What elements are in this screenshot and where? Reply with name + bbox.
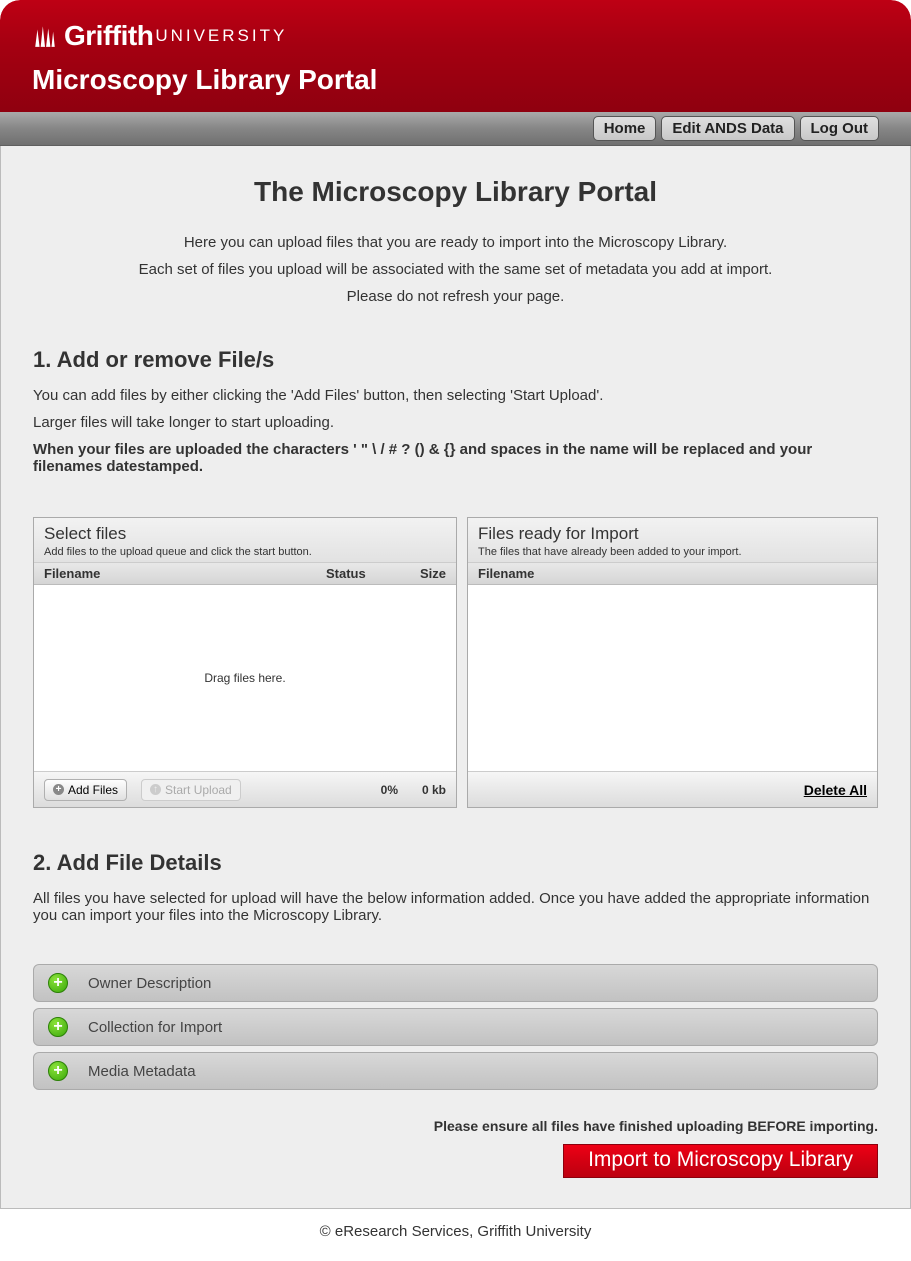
start-upload-label: Start Upload: [165, 783, 232, 797]
section-1-p1: You can add files by either clicking the…: [33, 387, 878, 404]
upload-panel-title: Select files: [44, 524, 446, 544]
header-banner: Griffith UNIVERSITY Microscopy Library P…: [0, 0, 911, 112]
page-title: The Microscopy Library Portal: [33, 176, 878, 208]
add-files-button[interactable]: + Add Files: [44, 779, 127, 801]
upload-panel-footer: + Add Files ↑ Start Upload 0% 0 kb: [34, 771, 456, 807]
section-1-heading: 1. Add or remove File/s: [33, 347, 878, 373]
add-files-label: Add Files: [68, 783, 118, 797]
section-1-p3: When your files are uploaded the charact…: [33, 441, 878, 475]
upload-col-size: Size: [391, 566, 446, 581]
ready-column-header: Filename: [468, 563, 877, 585]
section-1-p2: Larger files will take longer to start u…: [33, 414, 878, 431]
logout-button[interactable]: Log Out: [800, 116, 879, 141]
intro-line-1: Here you can upload files that you are r…: [33, 234, 878, 251]
accordion-collection-import[interactable]: + Collection for Import: [33, 1008, 878, 1046]
logo-text-griffith: Griffith: [64, 20, 153, 52]
accordion-media-metadata[interactable]: + Media Metadata: [33, 1052, 878, 1090]
upload-panel: Select files Add files to the upload que…: [33, 517, 457, 808]
section-2-p1: All files you have selected for upload w…: [33, 890, 878, 924]
upload-panel-subtitle: Add files to the upload queue and click …: [44, 546, 446, 558]
edit-ands-button[interactable]: Edit ANDS Data: [661, 116, 794, 141]
import-button[interactable]: Import to Microscopy Library: [563, 1144, 878, 1178]
ready-file-list: [468, 585, 877, 771]
upload-percent: 0%: [343, 783, 398, 797]
ready-panel-footer: Delete All: [468, 771, 877, 807]
accordion-owner-description[interactable]: + Owner Description: [33, 964, 878, 1002]
delete-all-link[interactable]: Delete All: [804, 782, 867, 798]
logo-text-university: UNIVERSITY: [155, 26, 287, 46]
accordion: + Owner Description + Collection for Imp…: [33, 964, 878, 1090]
intro-line-2: Each set of files you upload will be ass…: [33, 261, 878, 278]
accordion-label: Collection for Import: [88, 1019, 222, 1036]
import-warning: Please ensure all files have finished up…: [33, 1118, 878, 1134]
accordion-label: Media Metadata: [88, 1063, 196, 1080]
upload-col-status: Status: [326, 566, 391, 581]
plus-circle-icon: +: [48, 973, 68, 993]
content-area: The Microscopy Library Portal Here you c…: [0, 146, 911, 1209]
plus-icon: +: [53, 784, 64, 795]
ready-panel: Files ready for Import The files that ha…: [467, 517, 878, 808]
drop-hint: Drag files here.: [204, 671, 285, 685]
ready-panel-subtitle: The files that have already been added t…: [478, 546, 867, 558]
section-2-heading: 2. Add File Details: [33, 850, 878, 876]
ready-panel-title: Files ready for Import: [478, 524, 867, 544]
ready-col-filename: Filename: [478, 566, 867, 581]
logo: Griffith UNIVERSITY: [32, 20, 879, 52]
upload-icon: ↑: [150, 784, 161, 795]
plus-circle-icon: +: [48, 1061, 68, 1081]
navbar: Home Edit ANDS Data Log Out: [0, 112, 911, 146]
griffith-crest-icon: [32, 23, 58, 49]
footer-text: © eResearch Services, Griffith Universit…: [0, 1209, 911, 1254]
accordion-label: Owner Description: [88, 975, 211, 992]
plus-circle-icon: +: [48, 1017, 68, 1037]
upload-drop-area[interactable]: Drag files here.: [34, 585, 456, 771]
portal-title: Microscopy Library Portal: [32, 64, 879, 96]
start-upload-button[interactable]: ↑ Start Upload: [141, 779, 241, 801]
upload-total-size: 0 kb: [398, 783, 446, 797]
upload-column-header: Filename Status Size: [34, 563, 456, 585]
intro-line-3: Please do not refresh your page.: [33, 288, 878, 305]
upload-col-filename: Filename: [44, 566, 326, 581]
home-button[interactable]: Home: [593, 116, 657, 141]
